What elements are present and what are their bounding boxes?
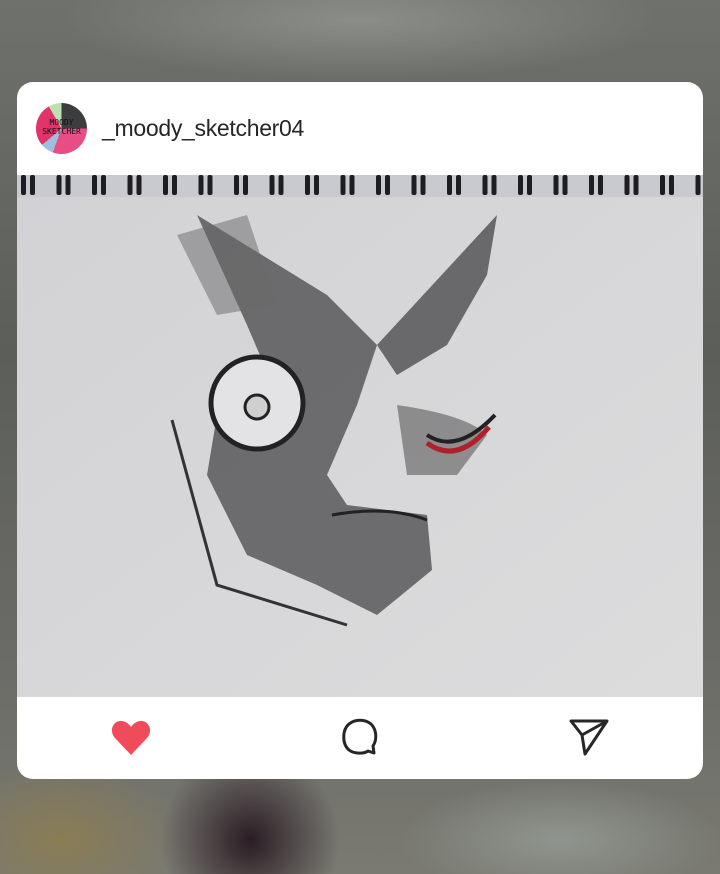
like-button[interactable] (109, 716, 153, 760)
spiral-ring (695, 175, 701, 195)
spiral-ring (243, 175, 248, 195)
username[interactable]: _moody_sketcher04 (102, 115, 304, 142)
spiral-ring (21, 175, 26, 195)
spiral-ring (198, 175, 204, 195)
heart-icon (112, 720, 151, 755)
spiral-ring (527, 175, 532, 195)
post-image (17, 175, 703, 697)
spiral-ring (385, 175, 390, 195)
spiral-ring (314, 175, 319, 195)
action-bar (17, 697, 703, 779)
spiral-ring (669, 175, 674, 195)
spiral-ring (420, 175, 426, 195)
spiral-ring (269, 175, 275, 195)
spiral-ring (278, 175, 284, 195)
spiral-ring (562, 175, 568, 195)
spiral-ring (234, 175, 239, 195)
spiral-ring (349, 175, 355, 195)
comment-icon (342, 718, 378, 755)
spiral-ring (92, 175, 97, 195)
spiral-ring (65, 175, 71, 195)
spiral-ring (633, 175, 639, 195)
spiral-ring (376, 175, 381, 195)
spiral-ring (127, 175, 133, 195)
spiral-ring (456, 175, 461, 195)
post-card: MOODY SKETCHER _moody_sketcher04 (17, 82, 703, 779)
share-button[interactable] (567, 716, 611, 760)
spiral-ring (56, 175, 62, 195)
spiral-ring (553, 175, 559, 195)
spiral-ring (491, 175, 497, 195)
post-header: MOODY SKETCHER _moody_sketcher04 (17, 82, 703, 175)
spiral-ring (305, 175, 310, 195)
spiral-ring (624, 175, 630, 195)
spiral-ring (136, 175, 142, 195)
spiral-ring (447, 175, 452, 195)
comment-button[interactable] (338, 716, 382, 760)
spiral-ring (660, 175, 665, 195)
avatar[interactable]: MOODY SKETCHER (36, 103, 87, 154)
spiral-ring (172, 175, 177, 195)
spiral-ring (340, 175, 346, 195)
avatar-text-line2: SKETCHER (42, 127, 81, 136)
spiral-ring (163, 175, 168, 195)
spiral-ring (598, 175, 603, 195)
spiral-ring (518, 175, 523, 195)
spiral-ring (30, 175, 35, 195)
share-icon (569, 719, 609, 756)
spiral-ring (207, 175, 213, 195)
spiral-ring (482, 175, 488, 195)
spiral-ring (411, 175, 417, 195)
spiral-ring (589, 175, 594, 195)
avatar-text-line1: MOODY (49, 118, 74, 127)
spiral-ring (101, 175, 106, 195)
